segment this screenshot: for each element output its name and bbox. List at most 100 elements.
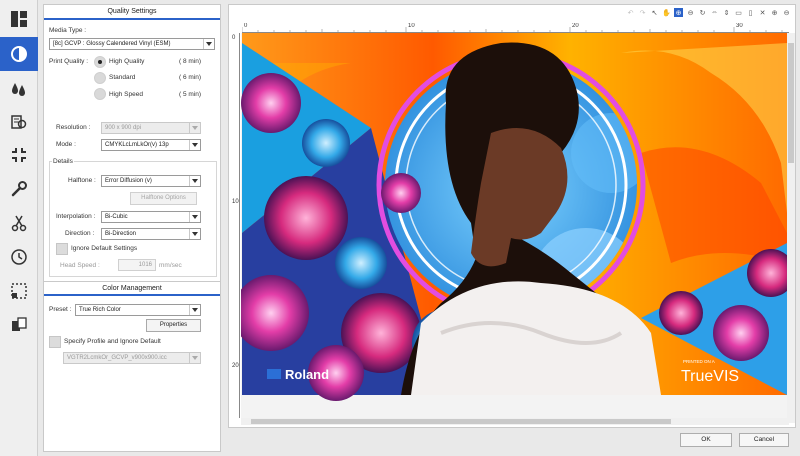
ruler-tick: 20 (572, 23, 579, 29)
ok-button[interactable]: OK (680, 433, 732, 447)
chevron-down-icon (189, 176, 200, 186)
chevron-down-icon (189, 123, 200, 133)
print-quality-label: Print Quality : (49, 58, 89, 65)
ignore-default-label: Ignore Default Settings (71, 245, 138, 252)
quality-settings-button[interactable] (0, 37, 38, 71)
media-type-label: Media Type : (49, 27, 87, 34)
color-button[interactable] (0, 105, 38, 139)
truevis-logo-text: TrueVIS (681, 368, 739, 385)
flip-icon[interactable]: ⇕ (722, 8, 731, 17)
hand-icon[interactable]: ✋ (662, 8, 671, 17)
fit-width-icon[interactable]: ▯ (746, 8, 755, 17)
radio-standard[interactable] (94, 72, 106, 84)
media-type-select[interactable]: [8c] GCVP : Glossy Calendered Vinyl (ESM… (49, 38, 215, 50)
dashed-frame-icon (11, 283, 27, 299)
schedule-button[interactable] (0, 240, 38, 274)
shrink-icon (12, 148, 26, 162)
undo-icon[interactable]: ↶ (626, 8, 635, 17)
quality-settings-header: Quality Settings (44, 5, 220, 20)
ruler-tick: 0 (232, 35, 236, 41)
profile-value: VGTR2LcmkOr_GCVP_v900x900.icc (67, 355, 167, 361)
vertical-scrollbar[interactable] (787, 33, 795, 423)
print-preview-image: Roland PRINTED ON A TrueVIS (241, 33, 789, 401)
plus-icon[interactable]: ⊕ (770, 8, 779, 17)
crop-button[interactable] (0, 138, 38, 172)
layout-button[interactable] (0, 2, 38, 36)
pointer-icon[interactable]: ↖ (650, 8, 659, 17)
printed-on-text: PRINTED ON A (683, 359, 715, 364)
head-speed-input: 1016 (118, 259, 156, 271)
resolution-label: Resolution : (56, 124, 91, 131)
resolution-value: 900 x 900 dpi (105, 125, 142, 131)
head-speed-unit: mm/sec (159, 262, 182, 269)
horizontal-scrollbar[interactable] (241, 418, 789, 425)
copies-button[interactable] (0, 308, 38, 342)
high-quality-time: ( 8 min) (179, 58, 202, 65)
horizontal-scroll-thumb[interactable] (251, 419, 671, 424)
preview-panel: ↶ ↷ ↖ ✋ ⊕ ⊖ ↻ ⇔ ⇕ ▭ ▯ ✕ ⊕ ⊖ 0 10 20 30 0… (228, 4, 796, 428)
ruler-tick: 0 (244, 23, 248, 29)
head-speed-label: Head Speed : (60, 262, 100, 269)
halftone-label: Halftone : (68, 177, 96, 184)
vertical-ruler: 0 10 20 (230, 33, 240, 418)
interpolation-label: Interpolation : (56, 213, 96, 220)
mirror-icon[interactable]: ⇔ (710, 8, 719, 17)
chevron-down-icon (189, 353, 200, 363)
interpolation-value: Bi-Cubic (105, 214, 128, 220)
media-type-value: [8c] GCVP : Glossy Calendered Vinyl (ESM… (53, 41, 171, 47)
vertical-scroll-thumb[interactable] (788, 43, 794, 163)
preset-select[interactable]: True Rich Color (75, 304, 201, 316)
settings-panel: Quality Settings Media Type : [8c] GCVP … (43, 4, 221, 452)
close-icon[interactable]: ✕ (758, 8, 767, 17)
direction-value: Bi-Direction (105, 231, 137, 237)
layout-area-button[interactable] (0, 274, 38, 308)
specify-profile-label: Specify Profile and Ignore Default (64, 338, 161, 345)
layout-icon (11, 11, 27, 27)
preset-label: Preset : (49, 306, 72, 313)
halftone-options-button[interactable]: Halftone Options (130, 192, 197, 205)
ignore-default-checkbox[interactable] (56, 243, 68, 255)
maintenance-button[interactable] (0, 172, 38, 206)
ruler-tick: 10 (408, 23, 415, 29)
radio-high-quality[interactable] (94, 56, 106, 68)
direction-label: Direction : (65, 230, 95, 237)
resolution-select: 900 x 900 dpi (101, 122, 201, 134)
direction-select[interactable]: Bi-Direction (101, 228, 201, 240)
preview-canvas[interactable]: Roland PRINTED ON A TrueVIS (241, 33, 789, 419)
standard-label: Standard (109, 74, 136, 81)
zoom-in-icon[interactable]: ⊕ (674, 8, 683, 17)
half-circle-icon (11, 46, 27, 62)
high-speed-time: ( 5 min) (179, 91, 202, 98)
minus-icon[interactable]: ⊖ (782, 8, 791, 17)
halftone-value: Error Diffusion (v) (105, 178, 152, 184)
fit-icon[interactable]: ▭ (734, 8, 743, 17)
ruler-tick: 20 (232, 363, 239, 369)
wrench-icon (11, 181, 27, 197)
profile-select: VGTR2LcmkOr_GCVP_v900x900.icc (63, 352, 201, 364)
color-management-header: Color Management (44, 281, 220, 296)
high-speed-label: High Speed (109, 91, 143, 98)
chevron-down-icon (189, 140, 200, 150)
mode-select[interactable]: CMYKLcLmLkOr(v) 13p (101, 139, 201, 151)
rotate-icon[interactable]: ↻ (698, 8, 707, 17)
chevron-down-icon (189, 212, 200, 222)
halftone-select[interactable]: Error Diffusion (v) (101, 175, 201, 187)
radio-high-speed[interactable] (94, 88, 106, 100)
interpolation-select[interactable]: Bi-Cubic (101, 211, 201, 223)
ink-button[interactable] (0, 72, 38, 106)
mode-value: CMYKLcLmLkOr(v) 13p (105, 142, 169, 148)
properties-button[interactable]: Properties (146, 319, 201, 332)
roland-logo-text: Roland (285, 367, 329, 382)
horizontal-ruler: 0 10 20 30 (242, 23, 789, 33)
ruler-tick: 10 (232, 199, 239, 205)
scissors-icon (11, 215, 27, 232)
high-quality-label: High Quality (109, 58, 145, 65)
preset-value: True Rich Color (79, 307, 121, 313)
specify-profile-checkbox[interactable] (49, 336, 61, 348)
cancel-button[interactable]: Cancel (739, 433, 789, 447)
color-swatch-icon (11, 115, 27, 129)
zoom-out-icon[interactable]: ⊖ (686, 8, 695, 17)
redo-icon[interactable]: ↷ (638, 8, 647, 17)
ruler-tick: 30 (736, 23, 743, 29)
cut-button[interactable] (0, 206, 38, 240)
